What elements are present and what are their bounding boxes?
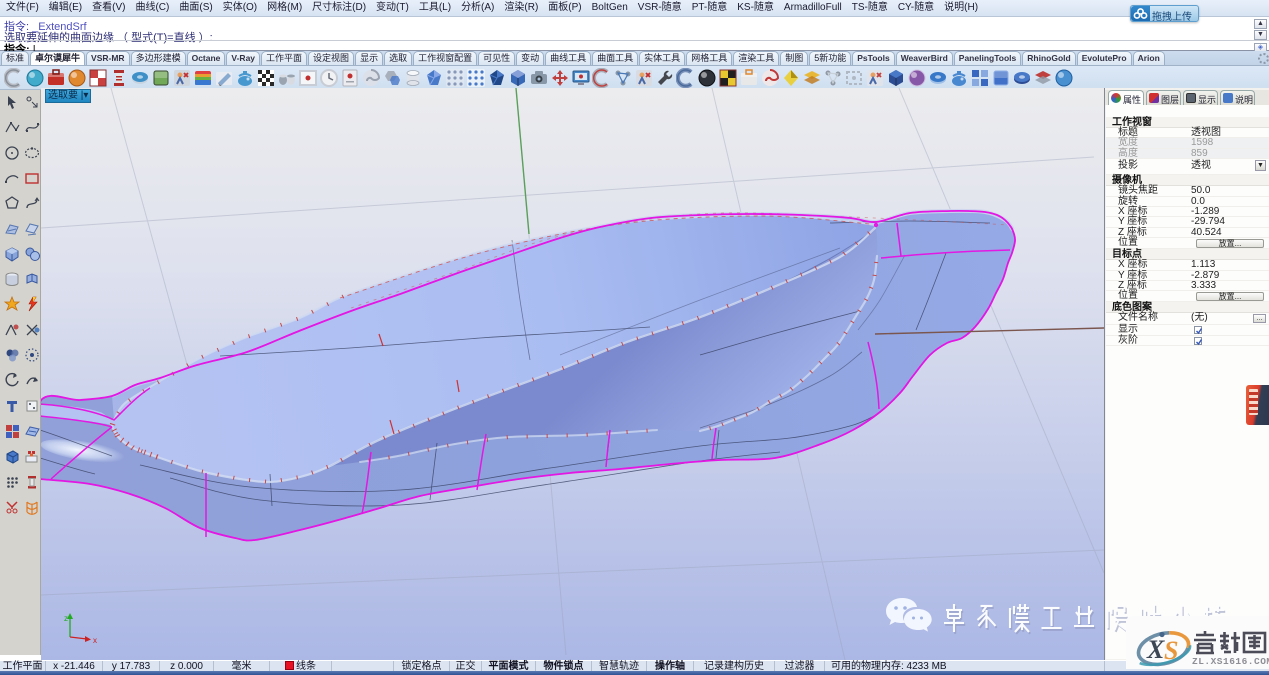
svg-text:x: x [93, 636, 97, 645]
svg-text:X: X [1146, 635, 1165, 664]
svg-text:S: S [1164, 636, 1178, 665]
svg-text:z: z [64, 614, 68, 623]
svg-text:ZL.XS1616.COM: ZL.XS1616.COM [1192, 656, 1269, 667]
